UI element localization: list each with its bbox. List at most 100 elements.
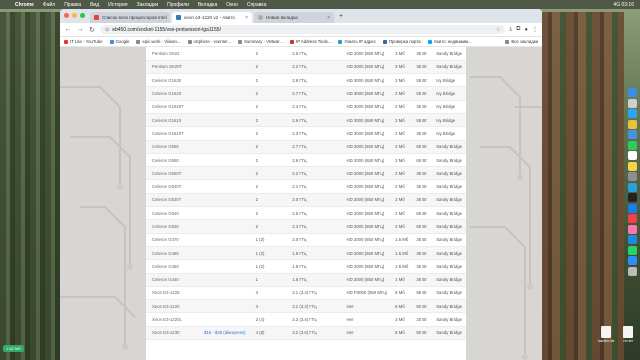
reload-icon[interactable]: ↻ bbox=[88, 26, 96, 34]
menu-item-help[interactable]: Справка bbox=[247, 2, 267, 8]
bookmark-item[interactable]: IP Address Tools... bbox=[289, 39, 331, 44]
processor-table-panel: Pentium G622 2 2.6 ГГц HD 2000 (850 МГц) 3 М… bbox=[146, 47, 466, 360]
cell-link bbox=[199, 47, 252, 61]
menu-item-window[interactable]: Окно bbox=[226, 2, 238, 8]
cell-tdp: 80 Вт bbox=[412, 299, 433, 314]
forward-arrow-icon[interactable]: → bbox=[76, 26, 84, 33]
cell-freq: 3.1 (3.4) ГГц bbox=[288, 286, 343, 301]
chrome-icon[interactable] bbox=[627, 119, 637, 129]
trash-icon[interactable] bbox=[627, 266, 637, 276]
cell-arch: Sandy Bridge bbox=[432, 206, 466, 221]
text-file-icon bbox=[623, 326, 633, 338]
menu-item-view[interactable]: Вид bbox=[90, 2, 99, 8]
desktop-file[interactable]: nn.txt bbox=[620, 326, 636, 343]
cell-tdp: 35 Вт bbox=[412, 60, 433, 75]
cell-model: Celeron G465 bbox=[146, 246, 200, 261]
address-bar-url: eb450.com/socket-1155/vse-protsessori-lg… bbox=[112, 26, 221, 33]
bookmark-item[interactable]: Проверка порта bbox=[382, 39, 421, 44]
bookmark-item[interactable]: IT Lite - YouTube bbox=[64, 39, 103, 44]
bookmark-item[interactable]: Узнать IP адрес bbox=[338, 39, 376, 44]
folder-icon bbox=[238, 39, 242, 44]
menu-item-profiles[interactable]: Профили bbox=[167, 2, 189, 8]
tab-intel-list[interactable]: Список всех процессоров Intel × bbox=[90, 12, 170, 23]
vscode-icon[interactable] bbox=[627, 235, 637, 244]
menu-item-tab[interactable]: Вкладка bbox=[198, 2, 217, 8]
launchpad-icon[interactable] bbox=[627, 98, 637, 108]
cell-tdp: 35 Вт bbox=[412, 100, 433, 114]
processor-table: Pentium G622 2 2.6 ГГц HD 2000 (850 МГц) 3 М… bbox=[146, 47, 466, 341]
new-tab-plus-icon[interactable]: + bbox=[336, 13, 346, 20]
calendar-icon[interactable] bbox=[627, 151, 637, 160]
bookmark-item[interactable]: Summary - VMwar... bbox=[238, 39, 283, 44]
notes-icon[interactable] bbox=[627, 161, 637, 171]
close-window-button[interactable] bbox=[64, 13, 69, 18]
cell-gpu: HD 2000 (850 МГц) bbox=[342, 219, 392, 234]
table-row: Celeron G540 2 2.5 ГГц HD 2000 (850 МГц) 2 М… bbox=[146, 206, 466, 221]
whatsapp-icon[interactable] bbox=[627, 245, 637, 255]
cell-model: Celeron G1620T bbox=[146, 100, 200, 114]
cell-gpu: HD 2000 (850 МГц) bbox=[342, 47, 392, 61]
table-row: Pentium G622 2 2.6 ГГц HD 2000 (850 МГц) 3 М… bbox=[146, 47, 466, 61]
messages-icon[interactable] bbox=[627, 140, 637, 150]
menu-item-file[interactable]: Файл bbox=[43, 2, 55, 8]
mail-icon[interactable] bbox=[627, 130, 637, 139]
settings-icon[interactable] bbox=[627, 172, 637, 181]
bookmark-item[interactable]: epic.work - Viiwan... bbox=[136, 39, 181, 44]
menu-item-app[interactable]: Chrome bbox=[15, 2, 34, 8]
cell-model: Celeron G470 bbox=[146, 233, 200, 247]
cell-freq: 2.1 ГГц bbox=[288, 179, 343, 194]
menu-item-bookmarks[interactable]: Закладки bbox=[137, 2, 159, 8]
cell-cores: 2 bbox=[251, 140, 289, 154]
cell-tdp: 35 Вт bbox=[412, 273, 433, 287]
cell-cache: 1.5 Мб bbox=[391, 233, 413, 247]
photos-icon[interactable] bbox=[627, 224, 637, 234]
table-row: Pentium G620T 2 2.2 ГГц HD 2000 (650 МГц) 3 … bbox=[146, 60, 466, 75]
zoom-icon[interactable] bbox=[627, 256, 637, 265]
telegram-icon[interactable] bbox=[627, 182, 637, 192]
all-bookmarks[interactable]: Все закладки bbox=[505, 39, 538, 44]
cell-freq: 2.0 ГГц bbox=[288, 193, 343, 208]
cell-link bbox=[199, 100, 252, 114]
page-viewport[interactable]: Pentium G622 2 2.6 ГГц HD 2000 (850 МГц) 3 М… bbox=[60, 47, 542, 360]
menubar-clock[interactable]: 4G 03:16 bbox=[613, 2, 634, 8]
cell-gpu: HD 3000 (650 МГц) bbox=[342, 126, 392, 141]
terminal-icon[interactable] bbox=[627, 193, 637, 202]
address-bar[interactable]: ⊙ eb450.com/socket-1155/vse-protsessori-… bbox=[100, 25, 506, 34]
menu-item-edit[interactable]: Правка bbox=[64, 2, 81, 8]
cell-gpu: HD 3000 (650 МГц) bbox=[342, 100, 392, 114]
back-arrow-icon[interactable]: ← bbox=[64, 26, 72, 33]
site-info-icon[interactable]: ⊙ bbox=[105, 27, 109, 33]
close-tab-icon[interactable]: × bbox=[245, 15, 248, 21]
cell-gpu: HD 2000 (650 МГц) bbox=[342, 179, 392, 194]
desktop-file[interactable]: savrbo.txt bbox=[598, 326, 614, 343]
cell-arch: Sandy Bridge bbox=[432, 233, 466, 247]
bookmark-item[interactable]: Авито: недвижим... bbox=[427, 39, 472, 44]
cell-tdp: 80 Вт bbox=[412, 326, 433, 341]
tab-label: xeon e3-1220 v2 - Авито bbox=[184, 15, 235, 20]
cell-link[interactable]: $15 - $25 (aliexpress) bbox=[199, 326, 252, 341]
cell-model: Celeron G555 bbox=[146, 140, 200, 154]
finder-icon[interactable] bbox=[627, 88, 637, 97]
tab-new[interactable]: Новая вкладка × bbox=[254, 12, 334, 23]
cell-freq: 2.2 ГГц bbox=[288, 60, 343, 75]
tab-avito[interactable]: xeon e3-1220 v2 - Авито × bbox=[172, 12, 252, 23]
minimize-window-button[interactable] bbox=[72, 13, 77, 18]
cell-model: Celeron G540 bbox=[146, 206, 200, 221]
bookmark-item[interactable]: Google bbox=[109, 39, 129, 44]
profile-avatar-icon[interactable]: ● bbox=[524, 27, 528, 33]
extensions-icon[interactable]: ⧉ bbox=[516, 26, 520, 33]
bookmark-star-icon[interactable]: ☆ bbox=[496, 27, 500, 33]
forest-wallpaper-left bbox=[0, 12, 62, 360]
cell-cores: 2 bbox=[251, 47, 289, 61]
macos-dock bbox=[626, 88, 638, 338]
app-store-icon[interactable] bbox=[627, 203, 637, 213]
ip-tools-icon bbox=[289, 39, 294, 44]
music-icon[interactable] bbox=[627, 214, 637, 223]
download-icon[interactable]: ⤓ bbox=[509, 26, 512, 33]
zoom-window-button[interactable] bbox=[80, 13, 85, 18]
safari-icon[interactable] bbox=[627, 109, 637, 118]
close-tab-icon[interactable]: × bbox=[327, 15, 330, 21]
bookmark-item[interactable]: oSphere - vcenter... bbox=[187, 39, 231, 44]
menu-item-history[interactable]: История bbox=[108, 2, 127, 8]
more-menu-icon[interactable]: ⋮ bbox=[532, 26, 538, 33]
